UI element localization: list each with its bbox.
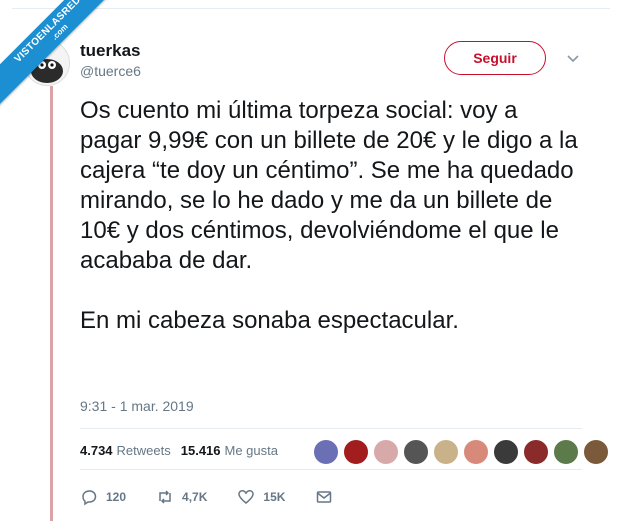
retweets-count: 4.734	[80, 443, 113, 458]
liker-avatar[interactable]	[403, 439, 429, 465]
chevron-down-icon[interactable]	[566, 51, 580, 65]
liker-avatar[interactable]	[433, 439, 459, 465]
liker-avatar[interactable]	[373, 439, 399, 465]
action-bar: 120 4,7K 15K	[80, 488, 363, 506]
reply-icon	[82, 490, 97, 506]
liker-avatar[interactable]	[313, 439, 339, 465]
like-count: 15K	[263, 490, 286, 504]
liker-avatar[interactable]	[343, 439, 369, 465]
divider	[80, 428, 582, 429]
tweet-paragraph: En mi cabeza sonaba espectacular.	[80, 307, 459, 334]
liker-avatars	[313, 439, 609, 465]
retweet-icon	[159, 490, 171, 504]
tweet-paragraph: Os cuento mi última torpeza social: voy …	[80, 97, 578, 274]
author-handle[interactable]: @tuerce6	[80, 63, 141, 79]
reply-count: 120	[106, 490, 127, 504]
tweet-text: Os cuento mi última torpeza social: voy …	[80, 96, 580, 336]
retweet-action[interactable]: 4,7K	[156, 488, 207, 506]
like-action[interactable]: 15K	[237, 488, 285, 506]
likes-label: Me gusta	[224, 443, 278, 458]
author-name[interactable]: tuerkas	[80, 41, 140, 61]
retweets-stat[interactable]: 4.734 Retweets	[80, 443, 171, 458]
retweets-label: Retweets	[116, 443, 171, 458]
liker-avatar[interactable]	[523, 439, 549, 465]
follow-button[interactable]: Seguir	[444, 41, 546, 75]
likes-stat[interactable]: 15.416 Me gusta	[181, 443, 278, 458]
heart-icon	[238, 490, 255, 504]
retweet-count: 4,7K	[182, 490, 208, 504]
liker-avatar[interactable]	[583, 439, 609, 465]
liker-avatar[interactable]	[553, 439, 579, 465]
liker-avatar[interactable]	[463, 439, 489, 465]
liker-avatar[interactable]	[493, 439, 519, 465]
engagement-stats: 4.734 Retweets 15.416 Me gusta	[80, 443, 278, 458]
envelope-icon	[317, 491, 332, 503]
likes-count: 15.416	[180, 443, 221, 458]
left-rule	[50, 86, 53, 521]
reply-action[interactable]: 120	[80, 488, 126, 506]
divider	[80, 469, 582, 470]
message-action[interactable]	[315, 488, 333, 506]
tweet-timestamp[interactable]: 9:31 - 1 mar. 2019	[80, 398, 194, 414]
